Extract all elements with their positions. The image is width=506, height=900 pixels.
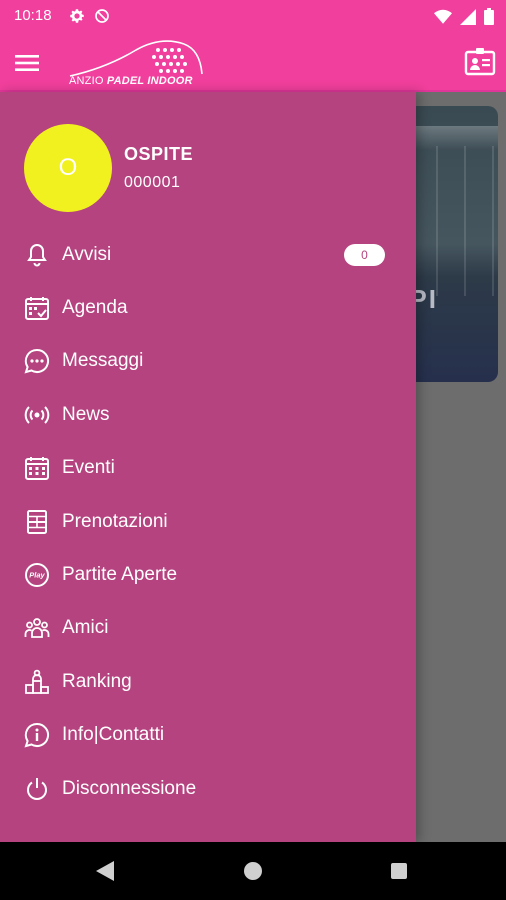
calendar-check-icon xyxy=(24,295,50,321)
gear-icon xyxy=(68,7,86,30)
avatar-initial: O xyxy=(58,154,78,181)
user-name: OSPITE xyxy=(124,144,194,164)
svg-text:Play: Play xyxy=(29,571,45,580)
drawer-item-messaggi[interactable]: Messaggi xyxy=(0,335,416,388)
navigation-drawer: O OSPITE 000001 Avvisi 0 Agenda Messaggi xyxy=(0,92,416,842)
user-code: 000001 xyxy=(124,174,181,191)
drawer-item-label: News xyxy=(62,403,110,425)
drawer-item-info-contatti[interactable]: Info|Contatti xyxy=(0,709,416,762)
podium-icon xyxy=(24,669,50,695)
drawer-item-label: Amici xyxy=(62,617,109,639)
info-chat-icon xyxy=(24,722,50,748)
app-logo: ANZIO PADEL INDOOR xyxy=(66,38,206,90)
drawer-item-label: Ranking xyxy=(62,670,132,692)
drawer-item-label: Prenotazioni xyxy=(62,510,168,532)
status-bar: 10:18 xyxy=(0,0,506,34)
friends-icon xyxy=(24,615,50,641)
drawer-item-avvisi[interactable]: Avvisi 0 xyxy=(0,228,416,281)
notification-badge: 0 xyxy=(344,243,385,266)
power-icon xyxy=(24,776,50,802)
drawer-item-disconnessione[interactable]: Disconnessione xyxy=(0,762,416,815)
drawer-item-label: Avvisi xyxy=(62,243,112,265)
home-icon[interactable] xyxy=(244,862,262,880)
drawer-item-partite-aperte[interactable]: Play Partite Aperte xyxy=(0,548,416,601)
play-badge-icon: Play xyxy=(24,562,50,588)
recents-icon[interactable] xyxy=(391,863,407,879)
court-icon xyxy=(24,509,50,535)
system-nav-bar xyxy=(0,842,506,900)
sync-off-icon xyxy=(93,7,111,30)
drawer-item-amici[interactable]: Amici xyxy=(0,602,416,655)
drawer-item-ranking[interactable]: Ranking xyxy=(0,655,416,708)
logo-word-1: ANZIO xyxy=(69,75,104,87)
drawer-item-label: Partite Aperte xyxy=(62,564,178,586)
drawer-item-label: Disconnessione xyxy=(62,777,197,799)
drawer-menu: Avvisi 0 Agenda Messaggi News Eventi Pre… xyxy=(0,228,416,815)
profile-card-icon[interactable] xyxy=(464,46,496,78)
bell-icon xyxy=(24,242,50,268)
drawer-item-news[interactable]: News xyxy=(0,388,416,441)
status-time: 10:18 xyxy=(14,7,52,24)
calendar-grid-icon xyxy=(24,455,50,481)
status-right-icons xyxy=(434,8,494,30)
battery-icon xyxy=(484,8,494,30)
logo-word-2: PADEL INDOOR xyxy=(106,75,193,87)
broadcast-icon xyxy=(24,402,50,428)
drawer-item-label: Agenda xyxy=(62,297,128,319)
drawer-item-eventi[interactable]: Eventi xyxy=(0,442,416,495)
avatar[interactable]: O xyxy=(24,124,112,212)
wifi-icon xyxy=(434,9,452,30)
app-bar: ANZIO PADEL INDOOR xyxy=(0,34,506,92)
drawer-item-label: Eventi xyxy=(62,457,115,479)
drawer-item-label: Info|Contatti xyxy=(62,724,165,746)
chat-icon xyxy=(24,348,50,374)
logo-text: ANZIO PADEL INDOOR xyxy=(69,75,193,87)
drawer-item-label: Messaggi xyxy=(62,350,144,372)
drawer-item-prenotazioni[interactable]: Prenotazioni xyxy=(0,495,416,548)
menu-icon[interactable] xyxy=(12,48,42,78)
back-icon[interactable] xyxy=(96,861,114,886)
signal-icon xyxy=(460,8,476,30)
drawer-item-agenda[interactable]: Agenda xyxy=(0,281,416,334)
